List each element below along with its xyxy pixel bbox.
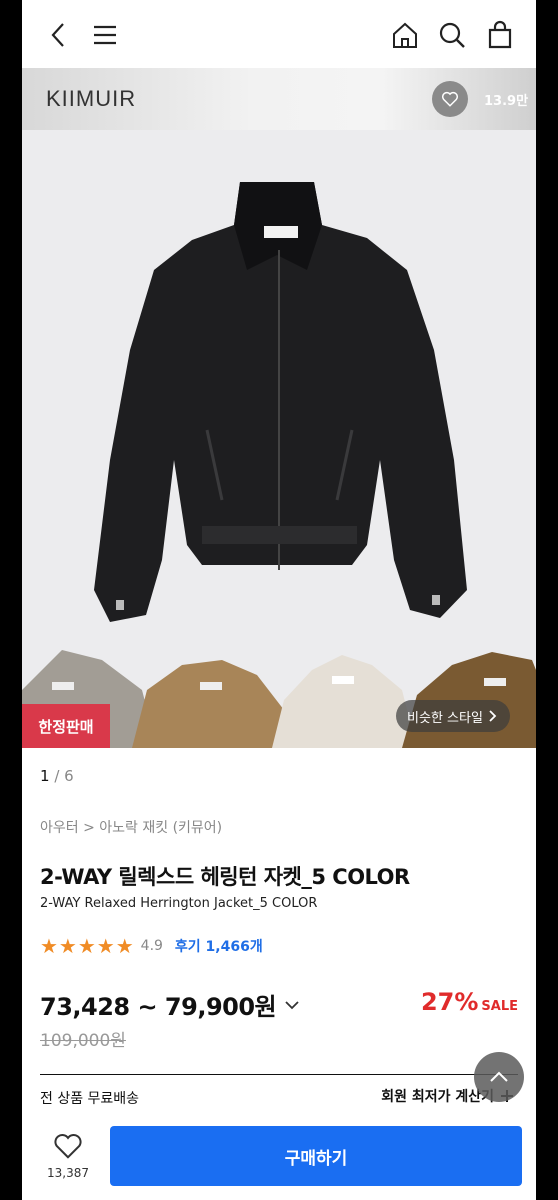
discount-percent: 27%: [420, 988, 479, 1016]
heart-icon: [441, 91, 459, 107]
similar-style-button[interactable]: 비슷한 스타일: [396, 700, 510, 732]
wishlist-button[interactable]: 13,387: [42, 1132, 94, 1180]
rating-value: 4.9: [140, 938, 163, 954]
product-image-carousel[interactable]: [22, 130, 536, 748]
image-pager: 1 / 6: [40, 767, 74, 785]
price-range[interactable]: 73,428 ~ 79,900원: [40, 987, 300, 1022]
similar-style-label: 비슷한 스타일: [407, 710, 483, 726]
divider: [40, 1074, 518, 1075]
product-subtitle: 2-WAY Relaxed Herrington Jacket_5 COLOR: [40, 896, 318, 911]
chevron-right-icon: [489, 710, 497, 722]
hamburger-icon[interactable]: [88, 18, 122, 52]
brand-name[interactable]: KIIMUIR: [46, 86, 136, 112]
pager-current: 1: [40, 767, 50, 785]
search-icon[interactable]: [435, 18, 469, 52]
original-price: 109,000원: [40, 1031, 126, 1051]
heart-icon: [54, 1134, 82, 1159]
wishlist-count: 13,387: [47, 1166, 89, 1180]
top-nav: [22, 0, 536, 68]
chevron-down-icon[interactable]: [284, 997, 300, 1013]
shopping-bag-icon[interactable]: [483, 18, 517, 52]
product-page: KIIMUIR 13.9만 한정판매 비슷한 스타일 1 / 6 아우터 > 아…: [22, 0, 536, 1200]
star-rating: ★★★★★: [40, 934, 135, 958]
brand-like-count: 13.9만: [484, 94, 529, 109]
review-link[interactable]: 후기 1,466개: [175, 936, 263, 956]
scroll-to-top-button[interactable]: [474, 1052, 524, 1102]
brand-like-button[interactable]: [432, 81, 468, 117]
product-title: 2-WAY 릴렉스드 헤링턴 자켓_5 COLOR: [40, 865, 410, 889]
home-icon[interactable]: [388, 18, 422, 52]
brand-bar[interactable]: KIIMUIR 13.9만: [22, 68, 536, 130]
discount-rate: 27% SALE: [421, 988, 518, 1016]
buy-button[interactable]: 구매하기: [110, 1126, 522, 1186]
pager-total: 6: [64, 767, 74, 785]
jacket-image: [22, 130, 536, 748]
rating-row[interactable]: ★★★★★ 4.9 후기 1,466개: [40, 934, 263, 958]
price-value: 73,428 ~ 79,900원: [40, 993, 277, 1021]
breadcrumb[interactable]: 아우터 > 아노락 재킷 (키뮤어): [40, 817, 222, 837]
pager-separator: /: [49, 767, 65, 785]
bottom-action-bar: 13,387 구매하기: [22, 1112, 536, 1200]
free-shipping-text: 전 상품 무료배송: [40, 1091, 140, 1107]
back-icon[interactable]: [42, 18, 76, 52]
sale-label: SALE: [481, 999, 518, 1014]
chevron-up-icon: [490, 1071, 508, 1082]
limited-sale-badge: 한정판매: [22, 704, 110, 748]
